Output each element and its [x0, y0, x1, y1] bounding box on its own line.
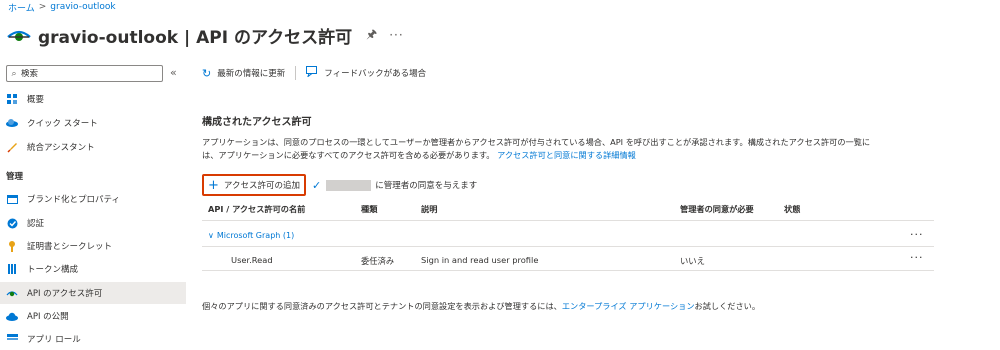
app-registration-icon	[7, 30, 31, 41]
permission-name-link[interactable]: User.Read	[231, 255, 273, 265]
sidebar-item-branding[interactable]: ブランド化とプロパティ	[0, 188, 186, 210]
row-divider	[202, 270, 934, 271]
branding-icon	[6, 193, 18, 205]
description: アプリケーションは、同意のプロセスの一環としてユーザーか管理者からアクセス許可が…	[202, 136, 932, 162]
title-row: gravio-outlook | API のアクセス許可 🖈︎ ···	[6, 20, 404, 50]
sidebar-item-quickstart[interactable]: クイック スタート	[0, 112, 186, 134]
sidebar-item-label: 統合アシスタント	[27, 143, 95, 153]
learn-more-link[interactable]: アクセス許可と同意に関する詳細情報	[497, 150, 636, 160]
add-permission-button[interactable]: + アクセス許可の追加	[202, 174, 306, 196]
grant-consent-label: に管理者の同意を与えます	[375, 181, 478, 191]
sidebar-item-app-roles[interactable]: アプリ ロール	[0, 328, 186, 350]
breadcrumb: ホーム > gravio-outlook	[8, 0, 116, 14]
sidebar-item-label: ブランド化とプロパティ	[27, 195, 120, 205]
footer-text-before: 個々のアプリに関する同意済みのアクセス許可とテナントの同意設定を表示および管理す…	[202, 301, 562, 311]
authentication-icon	[6, 217, 18, 229]
refresh-icon: ↻	[202, 66, 212, 80]
group-divider	[202, 246, 934, 247]
sidebar-item-expose-api[interactable]: API の公開	[0, 305, 186, 327]
sidebar-item-label: トークン構成	[27, 265, 79, 275]
pin-icon[interactable]: 🖈︎	[366, 25, 377, 46]
description-text-2: は、アプリケーションに必要なすべてのアクセス許可を含める必要があります。	[202, 150, 495, 160]
sidebar-item-integration-assistant[interactable]: 統合アシスタント	[0, 136, 186, 158]
app-roles-icon	[6, 333, 18, 345]
column-header-type[interactable]: 種類	[361, 203, 377, 215]
more-options-icon[interactable]: ···	[389, 28, 403, 42]
group-more-icon[interactable]: ···	[910, 228, 924, 241]
page-title: gravio-outlook | API のアクセス許可	[38, 27, 353, 48]
group-label: Microsoft Graph (1)	[216, 231, 295, 240]
sidebar-search[interactable]: ⌕	[6, 65, 163, 82]
column-header-status[interactable]: 状態	[784, 203, 800, 215]
footer-note: 個々のアプリに関する同意済みのアクセス許可とテナントの同意設定を表示および管理す…	[202, 300, 760, 312]
grant-admin-consent-button[interactable]: ✓ に管理者の同意を与えます	[312, 179, 477, 192]
permission-type: 委任済み	[361, 256, 395, 266]
api-permissions-icon	[6, 287, 18, 299]
actions-bar: + アクセス許可の追加 ✓ に管理者の同意を与えます	[202, 174, 477, 196]
sidebar: ⌕ « 概要 クイック スタート 統合アシスタント 管理 ブランド化とプロパティ…	[0, 62, 186, 345]
feedback-icon	[306, 66, 318, 80]
sidebar-item-api-permissions[interactable]: API のアクセス許可	[0, 282, 186, 304]
row-more-icon[interactable]: ···	[910, 251, 924, 264]
sidebar-item-token-config[interactable]: トークン構成	[0, 258, 186, 280]
add-permission-label: アクセス許可の追加	[223, 181, 300, 191]
description-text-1: アプリケーションは、同意のプロセスの一環としてユーザーか管理者からアクセス許可が…	[202, 137, 871, 147]
cloud-icon	[6, 117, 18, 129]
rocket-icon	[6, 141, 18, 153]
permission-admin-consent: いいえ	[680, 256, 705, 266]
breadcrumb-separator: >	[38, 2, 47, 12]
toolbar: ↻ 最新の情報に更新 フィードバックがある場合	[202, 63, 426, 83]
main-content: ↻ 最新の情報に更新 フィードバックがある場合 構成されたアクセス許可 アプリケ…	[196, 62, 996, 340]
section-title: 構成されたアクセス許可	[202, 117, 312, 128]
plus-icon: +	[208, 177, 219, 193]
header-divider	[202, 220, 934, 221]
sidebar-item-label: 認証	[27, 219, 45, 229]
column-header-admin-consent[interactable]: 管理者の同意が必要	[680, 203, 754, 215]
refresh-button[interactable]: ↻ 最新の情報に更新	[202, 67, 285, 80]
overview-icon	[6, 93, 18, 105]
feedback-label: フィードバックがある場合	[324, 69, 427, 79]
column-header-description[interactable]: 説明	[421, 203, 437, 215]
refresh-label: 最新の情報に更新	[217, 69, 286, 79]
sidebar-item-label: API の公開	[27, 312, 69, 322]
sidebar-item-label: 証明書とシークレット	[27, 242, 113, 252]
collapse-sidebar-button[interactable]: «	[170, 66, 177, 79]
key-icon	[6, 240, 18, 252]
checkmark-icon: ✓	[311, 178, 322, 192]
sidebar-item-label: クイック スタート	[27, 119, 98, 129]
feedback-button[interactable]: フィードバックがある場合	[306, 66, 426, 80]
group-microsoft-graph[interactable]: ∨ Microsoft Graph (1)	[208, 231, 294, 240]
redacted-tenant-name	[326, 179, 372, 191]
sidebar-section-manage: 管理	[6, 172, 24, 182]
sidebar-item-certificates[interactable]: 証明書とシークレット	[0, 235, 186, 257]
sidebar-item-label: アプリ ロール	[27, 335, 81, 345]
sidebar-item-overview[interactable]: 概要	[0, 88, 186, 110]
permission-description: Sign in and read user profile	[421, 255, 539, 265]
column-header-name[interactable]: API / アクセス許可の名前	[208, 203, 305, 215]
sidebar-item-label: 概要	[27, 95, 45, 105]
breadcrumb-current-link[interactable]: gravio-outlook	[50, 2, 115, 12]
sidebar-item-authentication[interactable]: 認証	[0, 212, 186, 234]
toolbar-divider	[295, 66, 297, 80]
search-icon: ⌕	[11, 68, 17, 79]
enterprise-apps-link[interactable]: エンタープライズ アプリケーション	[562, 301, 695, 311]
search-input[interactable]	[21, 68, 151, 79]
footer-text-after: お試しください。	[694, 301, 761, 311]
cloud-expose-icon	[6, 310, 18, 322]
chevron-down-icon: ∨	[208, 231, 214, 240]
breadcrumb-home-link[interactable]: ホーム	[8, 1, 35, 14]
token-config-icon	[6, 263, 18, 275]
sidebar-item-label: API のアクセス許可	[27, 289, 103, 299]
